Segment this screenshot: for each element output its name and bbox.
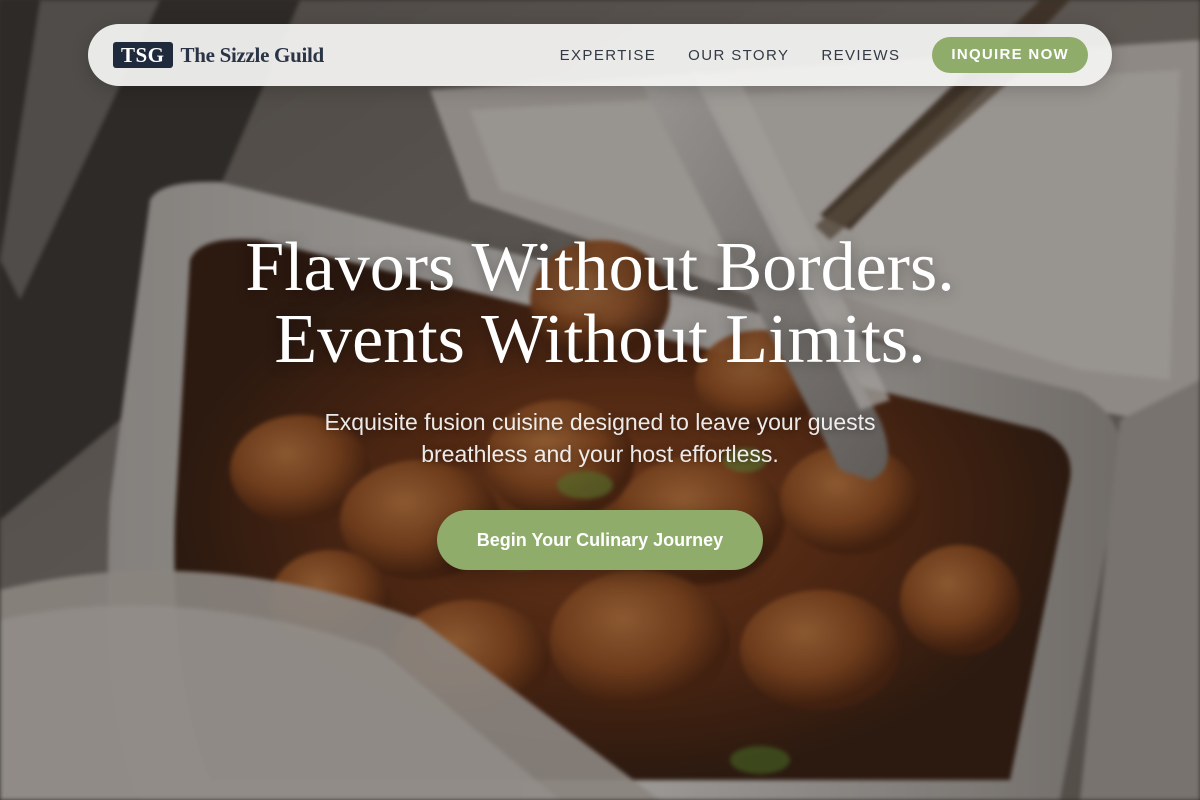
logo-mark: TSG — [113, 42, 173, 68]
inquire-now-button[interactable]: INQUIRE NOW — [932, 37, 1088, 73]
hero-content: Flavors Without Borders. Events Without … — [0, 232, 1200, 570]
hero-section: TSG The Sizzle Guild EXPERTISE OUR STORY… — [0, 0, 1200, 800]
hero-subtitle: Exquisite fusion cuisine designed to lea… — [324, 409, 876, 467]
nav-links: EXPERTISE OUR STORY REVIEWS INQUIRE NOW — [560, 37, 1088, 73]
hero-headline: Flavors Without Borders. Events Without … — [0, 232, 1200, 376]
brand-name: The Sizzle Guild — [180, 42, 325, 67]
nav-link-expertise[interactable]: EXPERTISE — [560, 47, 657, 64]
brand-logo[interactable]: TSG The Sizzle Guild — [113, 42, 324, 68]
headline-line-1: Flavors Without Borders. — [245, 229, 955, 306]
top-navigation-bar: TSG The Sizzle Guild EXPERTISE OUR STORY… — [88, 24, 1112, 86]
headline-line-2: Events Without Limits. — [274, 301, 926, 378]
nav-link-reviews[interactable]: REVIEWS — [821, 47, 900, 64]
nav-link-our-story[interactable]: OUR STORY — [688, 47, 789, 64]
begin-journey-button[interactable]: Begin Your Culinary Journey — [436, 510, 764, 570]
